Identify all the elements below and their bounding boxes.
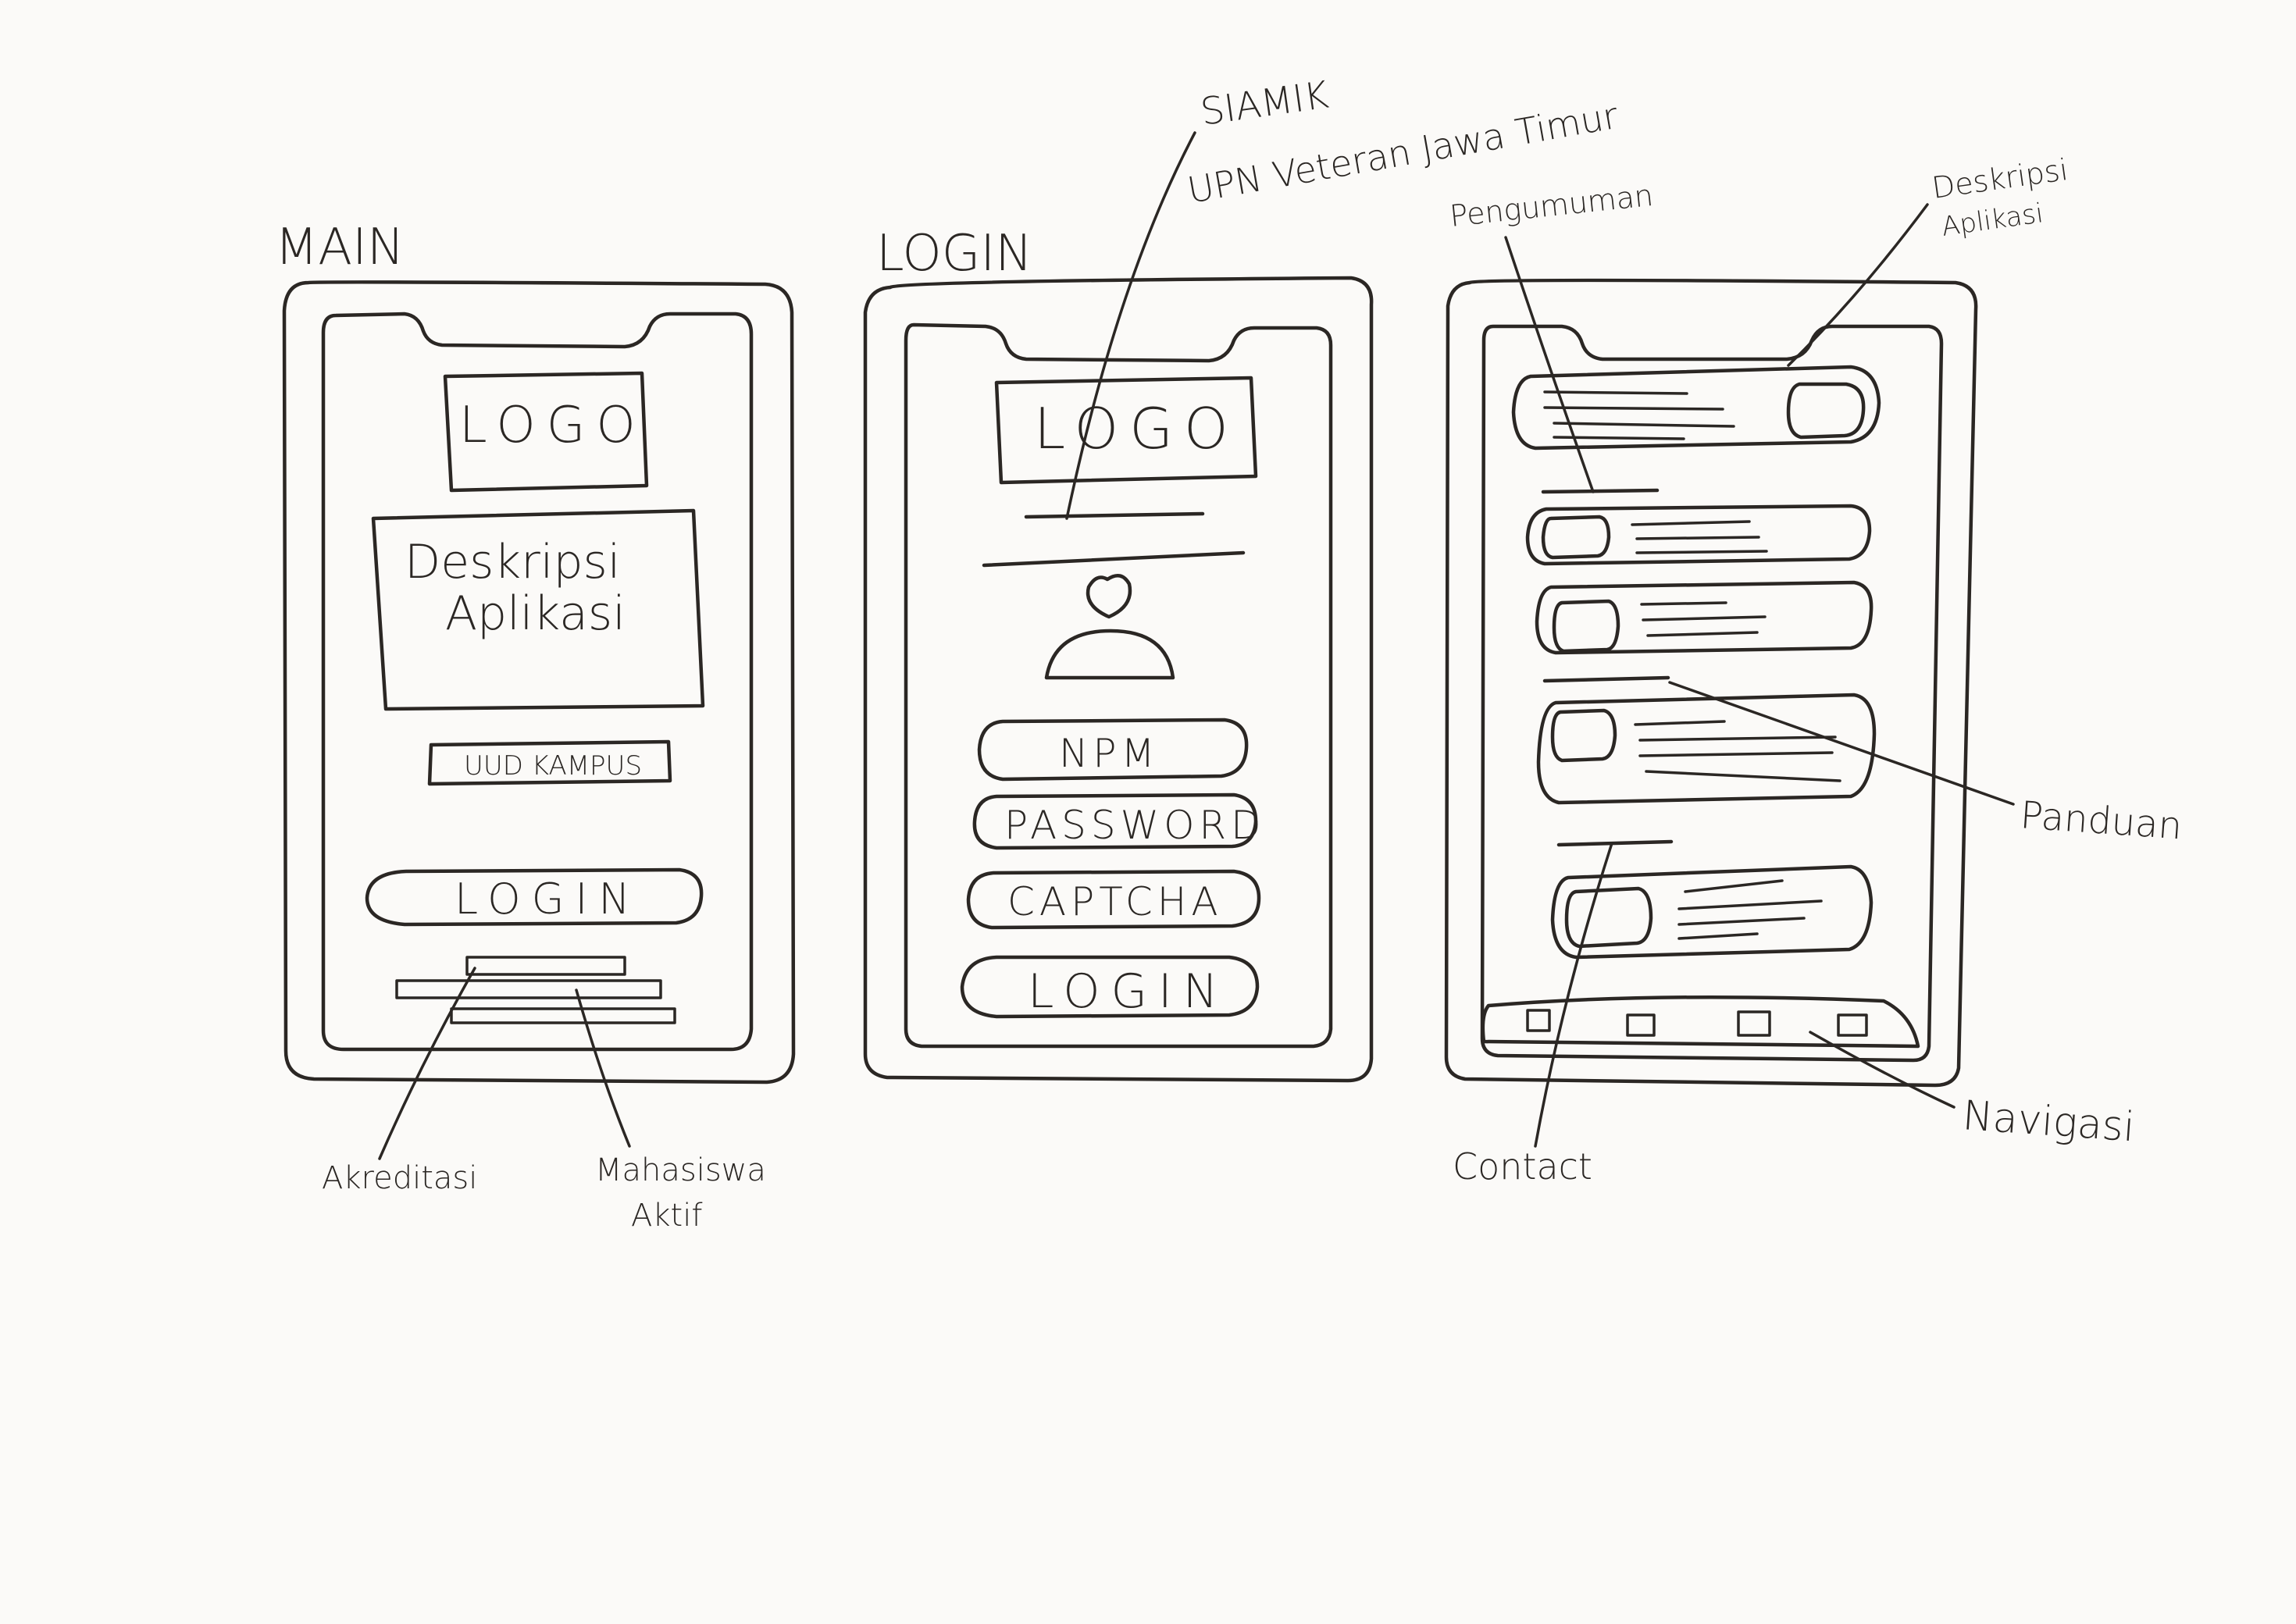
password-input-placeholder: PASSWORD: [1004, 803, 1266, 848]
login-submit-label: LOGIN: [1028, 964, 1229, 1019]
guide-thumbnail: [1550, 708, 1617, 763]
contact-text-line: [1677, 932, 1759, 940]
main-extra-bar: [450, 1007, 676, 1024]
npm-input-placeholder: NPM: [1059, 731, 1160, 776]
wireframe-sketch: MAIN LOGO Deskripsi Aplikasi UUD KAMPUS …: [275, 73, 2184, 1234]
panduan-heading-line: [1542, 675, 1670, 683]
contact-text-line: [1684, 879, 1784, 893]
navigasi-annotation: Navigasi: [1961, 1092, 2136, 1151]
main-logo: LOGO: [459, 397, 647, 454]
login-title-line: [1024, 511, 1205, 519]
announcement-text-line: [1631, 520, 1751, 526]
main-screen-title: MAIN: [275, 219, 405, 276]
pengumuman-heading-line: [1541, 488, 1660, 494]
contact-annotation: Contact: [1453, 1145, 1592, 1188]
guide-text-line: [1638, 751, 1834, 757]
pengumuman-leader-line: [1504, 236, 1595, 493]
user-body-icon: [1044, 629, 1175, 680]
description-text-line: [1543, 406, 1724, 411]
home-phone-inner-screen: [1480, 324, 1944, 1063]
main-uud-kampus-label: UUD KAMPUS: [464, 750, 642, 782]
description-text-line: [1543, 390, 1688, 395]
panduan-annotation: Panduan: [2019, 793, 2184, 848]
panduan-leader-line: [1668, 681, 2015, 806]
siamik-annotation: SIAMIK: [1198, 73, 1332, 134]
user-head-icon: [1086, 573, 1132, 619]
deskripsi-leader-line: [1787, 203, 1929, 367]
nav-announcement-icon[interactable]: [1626, 1013, 1656, 1037]
nav-contact-icon[interactable]: [1837, 1013, 1868, 1037]
announcement-thumbnail: [1552, 599, 1620, 654]
description-thumbnail: [1786, 382, 1866, 440]
nav-home-icon[interactable]: [1526, 1009, 1551, 1032]
main-description-line2: Aplikasi: [445, 586, 626, 641]
announcement-thumbnail: [1541, 515, 1611, 560]
contact-thumbnail: [1564, 886, 1653, 949]
announcement-text-line: [1646, 631, 1759, 637]
nav-guide-icon[interactable]: [1737, 1010, 1771, 1037]
home-screen: Pengumuman Deskripsi Aplikasi Panduan Co…: [1444, 152, 2184, 1188]
main-description-line1: Deskripsi: [405, 535, 620, 589]
login-screen-title: LOGIN: [876, 225, 1032, 283]
login-logo: LOGO: [1034, 396, 1239, 461]
announcement-text-line: [1640, 601, 1727, 606]
announcement-text-line: [1642, 615, 1767, 621]
navigasi-leader-line: [1809, 1031, 1956, 1109]
deskripsi-annotation-line1: Deskripsi: [1930, 152, 2070, 205]
deskripsi-annotation-line2: Aplikasi: [1940, 198, 2045, 243]
announcement-text-line: [1635, 536, 1760, 540]
guide-text-line: [1638, 735, 1837, 742]
mahasiswa-aktif-annotation-line2: Aktif: [631, 1198, 702, 1234]
main-mahasiswa-aktif-bar: [395, 979, 662, 999]
contact-heading-line: [1556, 839, 1674, 847]
captcha-input-placeholder: CAPTCHA: [1007, 879, 1223, 924]
pengumuman-annotation: Pengumuman: [1448, 178, 1655, 233]
main-akreditasi-bar: [465, 956, 626, 976]
announcement-text-line: [1635, 550, 1768, 554]
main-screen: MAIN LOGO Deskripsi Aplikasi UUD KAMPUS …: [275, 219, 796, 1234]
akreditasi-annotation: Akreditasi: [322, 1160, 477, 1196]
description-text-line: [1553, 422, 1735, 428]
home-phone-outer-frame: [1444, 278, 1978, 1088]
login-subtitle-line: [982, 550, 1246, 568]
guide-text-line: [1645, 770, 1841, 782]
main-login-label: LOGIN: [455, 874, 641, 924]
contact-text-line: [1677, 917, 1806, 926]
guide-text-line: [1634, 720, 1726, 726]
mahasiswa-aktif-annotation-line1: Mahasiswa: [595, 1152, 766, 1188]
mahasiswa-aktif-leader-line: [575, 988, 631, 1148]
contact-text-line: [1677, 899, 1823, 910]
